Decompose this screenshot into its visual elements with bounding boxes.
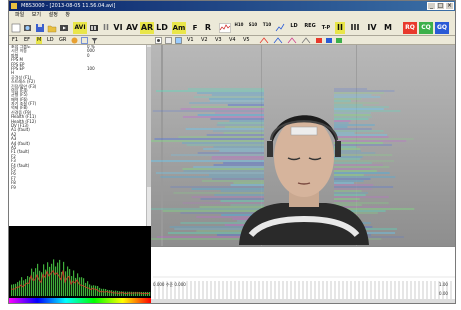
color-red-icon[interactable] [315,37,323,44]
avi-button[interactable]: AVI [73,22,87,34]
graph-right-bottom: 0.00 [439,291,448,296]
image-icon[interactable] [175,37,182,44]
close-button[interactable]: × [445,2,454,10]
m-button[interactable]: M [383,22,393,34]
triangle-pink-icon[interactable] [287,37,297,44]
measurement-list: 초점 그룹도 0 % 시선 이동 000 파형 0 FPS M FPS EP FPS EP 100… [9,45,152,226]
title-bar: MBS3000 - [2013-08-05 11.56.04.avi] _ □ … [9,1,455,11]
color-blue-icon[interactable] [325,37,333,44]
wave-icon[interactable] [219,22,231,34]
v5-button[interactable]: V5 [243,37,250,44]
t10-button[interactable]: T10 [261,22,273,34]
frequency-histogram [9,226,151,303]
new-icon[interactable] [11,22,21,34]
menu-settings[interactable]: 설정 [49,12,58,18]
f1-button[interactable]: F1 [12,37,18,44]
graph-right-top: 1.00 [439,282,448,287]
av-button[interactable]: AV [125,22,139,34]
window-title: MBS3000 - [2013-08-05 11.56.04.avi] [21,3,116,9]
folder-icon[interactable] [47,22,57,34]
main-toolbar: AVI II VI AV AR LD Am F R H10 S10 T10 LD… [9,20,455,36]
maximize-button[interactable]: □ [436,2,445,10]
app-window: MBS3000 - [2013-08-05 11.56.04.avi] _ □ … [8,0,456,304]
measurement-label: F9 [11,184,16,190]
menu-file[interactable]: 파일 [15,12,24,18]
chart-icon[interactable] [275,22,285,34]
v2-button[interactable]: V2 [201,37,208,44]
measurement-row[interactable]: F9 [9,184,151,190]
reg-button[interactable]: REG [302,22,318,34]
ii-button[interactable]: II [102,22,110,34]
frame-icon[interactable] [165,37,172,44]
m-small-button[interactable]: M [36,37,43,44]
triangle-red-icon[interactable] [259,37,269,44]
v3-button[interactable]: V3 [215,37,222,44]
roman-iii-button[interactable]: III [349,22,361,34]
subject-video-frame [151,45,455,246]
target-icon[interactable] [155,37,162,44]
vi-button[interactable]: VI [112,22,124,34]
video-view [151,45,455,246]
am-button[interactable]: Am [172,22,186,34]
menu-view[interactable]: 보기 [32,12,41,18]
spectrum-panel [9,226,151,303]
app-icon [11,3,17,9]
roman-ii-button[interactable]: II [335,22,345,34]
menu-window[interactable]: 창 [65,12,70,18]
save-icon[interactable] [35,22,45,34]
menu-bar: 파일 보기 설정 창 [9,11,455,20]
s10-button[interactable]: S10 [247,22,259,34]
cq-button[interactable]: CQ [419,22,433,34]
triangle-gray-icon[interactable] [301,37,311,44]
palette-icon[interactable] [71,37,78,44]
graph-value-label: 0.000 수준 0.000 [153,282,186,287]
rq-button[interactable]: RQ [403,22,417,34]
filter-icon[interactable] [91,37,98,44]
camera-icon[interactable] [23,22,33,34]
secondary-toolbar: F1 EF M LD GR V1 V2 V3 V4 V5 [9,36,455,45]
tp-button[interactable]: T-P [320,22,332,34]
r-button[interactable]: R [203,22,213,34]
triangle-blue-icon[interactable] [273,37,283,44]
timeline-graph: 0.000 수준 0.000 1.00 0.00 [151,246,455,303]
timeline-scrollbar[interactable] [151,299,455,303]
video-icon[interactable] [59,22,69,34]
color-scale-bar [9,298,151,303]
v1-button[interactable]: V1 [187,37,194,44]
ef-button[interactable]: EF [24,37,30,44]
gq-button[interactable]: GQ [435,22,449,34]
h10-button[interactable]: H10 [233,22,245,34]
film-icon[interactable] [89,22,99,34]
minimize-button[interactable]: _ [427,2,436,10]
ld-small-button[interactable]: LD [47,37,54,44]
color-green-icon[interactable] [335,37,343,44]
f-button[interactable]: F [191,22,199,34]
ld-button[interactable]: LD [155,22,169,34]
ar-button[interactable]: AR [140,22,154,34]
grid-icon[interactable] [81,37,88,44]
gr-button[interactable]: GR [59,37,66,44]
v4-button[interactable]: V4 [229,37,236,44]
roman-iv-button[interactable]: IV [365,22,379,34]
ld-tool-button[interactable]: LD [287,22,301,34]
